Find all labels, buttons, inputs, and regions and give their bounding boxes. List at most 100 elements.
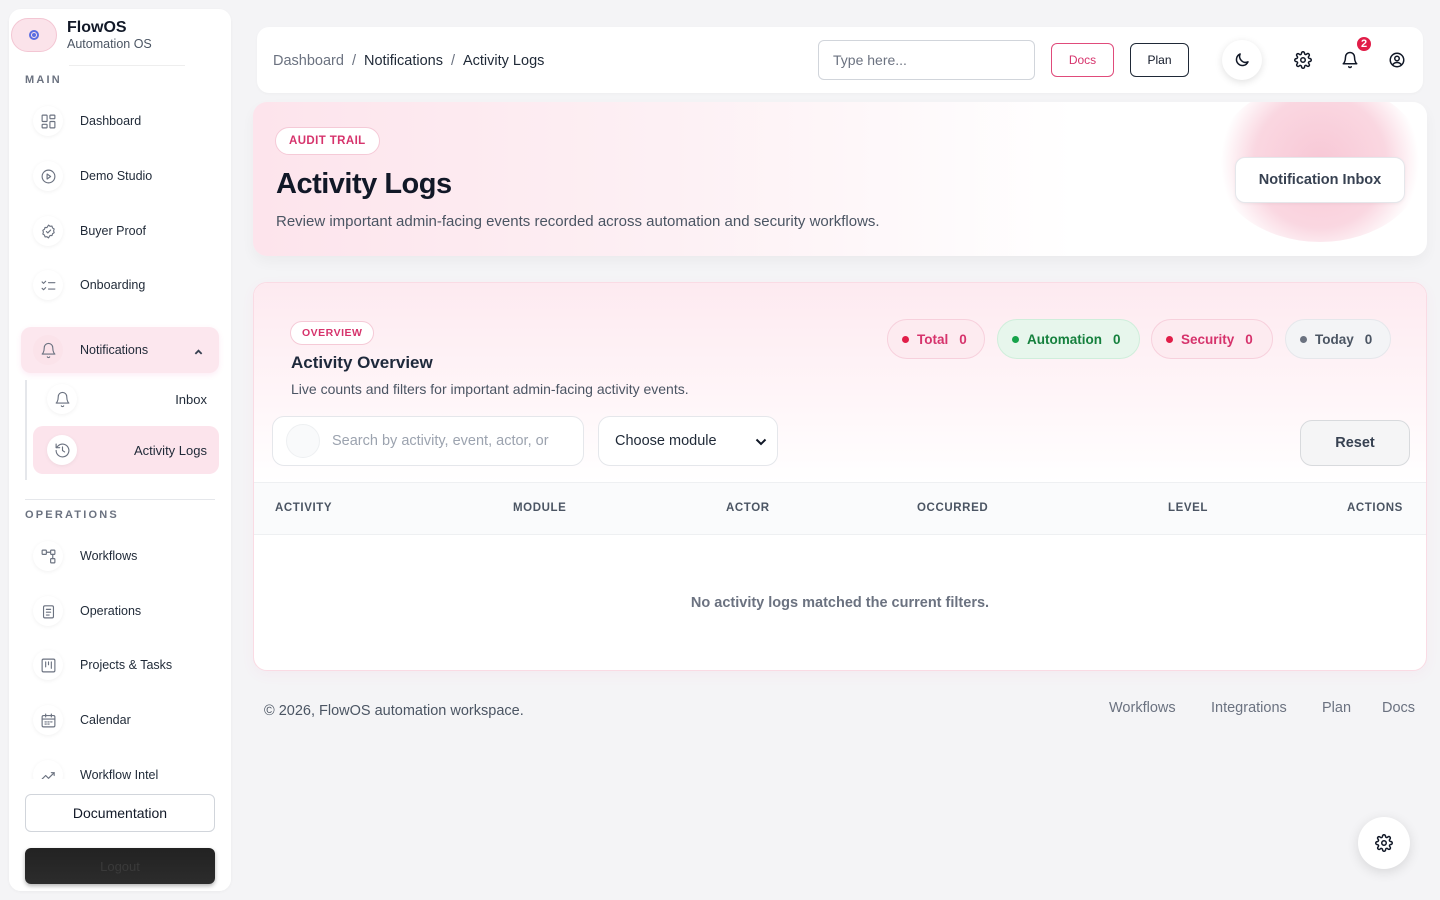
- footer-link-plan[interactable]: Plan: [1322, 700, 1351, 716]
- sidebar-footer: Documentation Logout: [9, 779, 231, 891]
- dot-icon: [1166, 335, 1173, 343]
- stat-label: Total: [917, 331, 949, 347]
- overview-subtitle: Live counts and filters for important ad…: [291, 381, 689, 397]
- sidebar-item-label: Workflows: [80, 549, 138, 563]
- brand-logo-icon: [11, 18, 57, 52]
- stat-value: 0: [1364, 331, 1373, 347]
- column-module[interactable]: MODULE: [513, 502, 566, 514]
- notification-inbox-button[interactable]: Notification Inbox: [1235, 157, 1405, 203]
- column-activity[interactable]: ACTIVITY: [275, 502, 332, 514]
- section-label-operations: OPERATIONS: [25, 509, 119, 521]
- stat-label: Today: [1315, 331, 1354, 347]
- calendar-icon: [33, 705, 63, 735]
- dot-icon: [1300, 335, 1307, 343]
- sidebar-subitem-inbox[interactable]: Inbox: [33, 375, 219, 423]
- kanban-icon: [33, 650, 63, 680]
- submenu-rail: [25, 380, 27, 480]
- brand-divider: [69, 65, 185, 66]
- column-occurred[interactable]: OCCURRED: [917, 502, 988, 514]
- documentation-button[interactable]: Documentation: [25, 794, 215, 832]
- stat-security[interactable]: Security 0: [1151, 319, 1273, 359]
- module-select-value: Choose module: [615, 433, 717, 449]
- settings-fab[interactable]: [1358, 817, 1410, 869]
- reset-button[interactable]: Reset: [1300, 420, 1410, 466]
- sidebar-item-operations[interactable]: Operations: [21, 588, 219, 634]
- sidebar-item-label: Demo Studio: [80, 169, 153, 183]
- logout-button[interactable]: Logout: [25, 848, 215, 884]
- sidebar-item-projects-tasks[interactable]: Projects & Tasks: [21, 642, 219, 688]
- moon-icon[interactable]: [1222, 40, 1262, 80]
- sidebar-item-notifications[interactable]: Notifications: [21, 327, 219, 373]
- brand[interactable]: FlowOS Automation OS: [9, 9, 152, 61]
- overview-tag: OVERVIEW: [290, 321, 375, 345]
- checklist-icon: [33, 270, 63, 300]
- gear-icon: [1375, 834, 1393, 852]
- column-level[interactable]: LEVEL: [1168, 502, 1208, 514]
- column-actions: ACTIONS: [1347, 502, 1403, 514]
- sidebar-item-workflows[interactable]: Workflows: [21, 533, 219, 579]
- search-icon: [286, 424, 320, 458]
- stat-value: 0: [959, 331, 967, 347]
- sidebar-item-dashboard[interactable]: Dashboard: [21, 98, 219, 144]
- sidebar-subitem-label: Activity Logs: [134, 442, 207, 458]
- stat-label: Security: [1181, 331, 1235, 347]
- dot-icon: [902, 335, 909, 343]
- docs-button[interactable]: Docs: [1051, 43, 1114, 77]
- sidebar-subitem-label: Inbox: [175, 391, 207, 407]
- sidebar-item-label: Buyer Proof: [80, 224, 147, 238]
- play-icon: [33, 161, 63, 191]
- dot-icon: [1012, 335, 1019, 343]
- footer-link-integrations[interactable]: Integrations: [1211, 700, 1287, 716]
- breadcrumb-separator: /: [351, 53, 356, 69]
- notification-count-badge: 2: [1355, 35, 1373, 53]
- column-actor[interactable]: ACTOR: [726, 502, 770, 514]
- page-hero: AUDIT TRAIL Activity Logs Review importa…: [253, 102, 1427, 256]
- clipboard-icon: [33, 596, 63, 626]
- overview-title: Activity Overview: [291, 353, 433, 372]
- sidebar-item-label: Projects & Tasks: [80, 658, 173, 672]
- sidebar-item-demo-studio[interactable]: Demo Studio: [21, 153, 219, 199]
- gear-icon[interactable]: [1285, 42, 1321, 78]
- table-header: ACTIVITY MODULE ACTOR OCCURRED LEVEL ACT…: [254, 482, 1426, 535]
- badge-check-icon: [33, 216, 63, 246]
- sidebar: FlowOS Automation OS MAIN Dashboard Demo…: [9, 9, 231, 891]
- activity-overview-card: OVERVIEW Activity Overview Live counts a…: [253, 282, 1427, 671]
- brand-name: FlowOS: [67, 18, 127, 36]
- breadcrumb: Dashboard / Notifications / Activity Log…: [273, 53, 544, 69]
- stat-label: Automation: [1027, 331, 1102, 347]
- footer-link-workflows[interactable]: Workflows: [1109, 700, 1176, 716]
- module-select[interactable]: Choose module: [598, 416, 778, 466]
- stat-automation[interactable]: Automation 0: [997, 319, 1140, 359]
- user-circle-icon[interactable]: [1379, 42, 1415, 78]
- bell-icon: [47, 384, 77, 414]
- page-title: Activity Logs: [276, 168, 452, 200]
- brand-subtitle: Automation OS: [67, 36, 152, 51]
- empty-state-message: No activity logs matched the current fil…: [690, 595, 990, 611]
- activity-search: [272, 416, 584, 466]
- top-header: Dashboard / Notifications / Activity Log…: [257, 27, 1423, 93]
- sidebar-subitem-activity-logs[interactable]: Activity Logs: [33, 426, 219, 474]
- sidebar-item-buyer-proof[interactable]: Buyer Proof: [21, 208, 219, 254]
- workflow-icon: [33, 541, 63, 571]
- footer-link-docs[interactable]: Docs: [1382, 700, 1415, 716]
- sidebar-item-onboarding[interactable]: Onboarding: [21, 262, 219, 308]
- plan-button[interactable]: Plan: [1130, 43, 1189, 77]
- audit-trail-tag: AUDIT TRAIL: [275, 127, 380, 155]
- activity-search-input[interactable]: [332, 433, 572, 449]
- sidebar-item-label: Notifications: [80, 343, 149, 357]
- sidebar-item-calendar[interactable]: Calendar: [21, 697, 219, 743]
- breadcrumb-notifications[interactable]: Notifications: [364, 53, 443, 69]
- header-search-input[interactable]: [818, 40, 1035, 80]
- section-label-main: MAIN: [25, 74, 62, 86]
- sidebar-item-label: Operations: [80, 604, 142, 618]
- stat-value: 0: [1245, 331, 1253, 347]
- sidebar-item-label: Onboarding: [80, 278, 146, 292]
- grid-icon: [33, 106, 63, 136]
- stat-total[interactable]: Total 0: [887, 319, 985, 359]
- sidebar-item-label: Dashboard: [80, 114, 142, 128]
- page-subtitle: Review important admin-facing events rec…: [276, 213, 880, 230]
- history-icon: [47, 435, 77, 465]
- chevron-up-icon[interactable]: [194, 344, 203, 355]
- stat-today[interactable]: Today 0: [1285, 319, 1391, 359]
- breadcrumb-dashboard[interactable]: Dashboard: [273, 53, 344, 69]
